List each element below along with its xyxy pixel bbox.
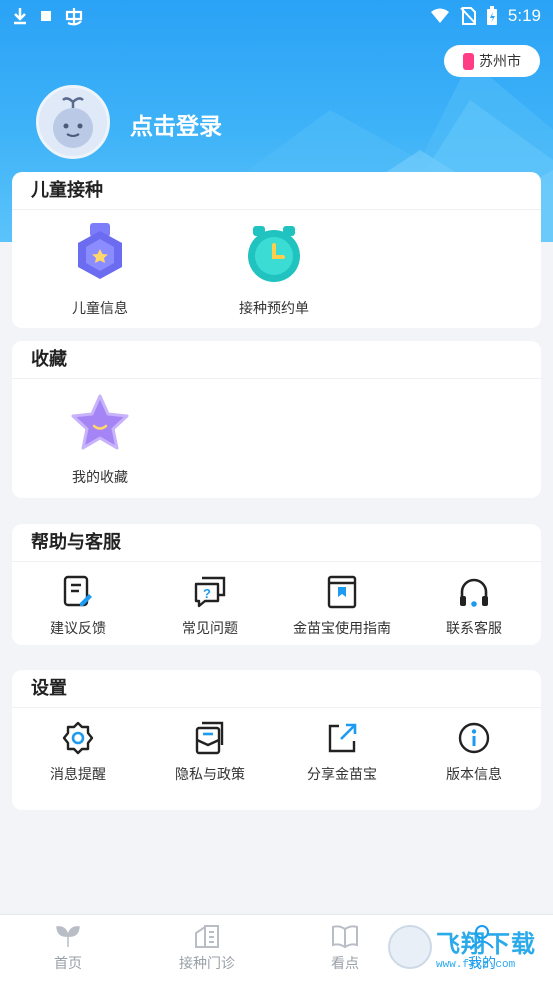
privacy-label: 隐私与政策 [175,767,245,783]
my-favorites-button[interactable]: 我的收藏 [34,387,166,487]
feedback-label: 建议反馈 [50,621,106,637]
tab-discover[interactable]: 看点 [305,923,385,973]
feedback-button[interactable]: 建议反馈 [12,574,144,638]
sprout-icon [56,926,80,947]
clinic-icon [195,925,219,948]
child-info-button[interactable]: 儿童信息 [34,218,166,318]
share-icon [328,723,357,753]
status-bar: 5:19 [0,0,553,34]
message-reminder-button[interactable]: 消息提醒 [12,720,144,784]
star-icon [71,394,129,450]
guide-book-icon [327,575,357,609]
guide-button[interactable]: 金苗宝使用指南 [276,574,408,638]
contact-service-label: 联系客服 [446,621,502,637]
favorites-card: 收藏 我的收藏 [12,341,541,498]
svg-text:?: ? [203,586,211,601]
section-title: 帮助与客服 [12,524,541,562]
child-info-badge-icon [78,223,122,279]
privacy-doc-icon [195,721,224,755]
login-link[interactable]: 点击登录 [130,107,222,141]
faq-button[interactable]: ? 常见问题 [144,574,276,638]
download-icon [14,8,26,25]
version-info-button[interactable]: 版本信息 [408,720,540,784]
settings-card: 设置 消息提醒 隐私与政策 分享金苗宝 版本信息 [12,670,541,810]
location-pin-icon [463,52,474,70]
wifi-icon [430,8,449,23]
appointment-clock-icon [248,226,300,282]
help-card: 帮助与客服 建议反馈 ? 常见问题 金苗宝使用指南 联系客服 [12,524,541,645]
headset-icon [460,578,488,607]
clock: 5:19 [507,6,541,25]
share-button[interactable]: 分享金苗宝 [276,720,408,784]
feedback-icon [63,575,92,607]
message-reminder-label: 消息提醒 [50,767,106,783]
sprout-mascot-icon [53,97,93,148]
appointment-button[interactable]: 接种预约单 [208,218,340,318]
watermark-main: 飞翔下载 [436,929,536,958]
city-selector[interactable]: 苏州市 [444,45,540,77]
guide-label: 金苗宝使用指南 [293,621,391,637]
appointment-label: 接种预约单 [239,301,309,317]
notification-square-icon [41,11,51,21]
city-label: 苏州市 [479,54,521,70]
tab-clinic-label: 接种门诊 [179,956,235,972]
watermark: 飞翔下载 www.fxxz.com [388,921,548,973]
tab-discover-label: 看点 [331,956,359,972]
section-title: 儿童接种 [12,172,541,210]
app-notification-icon [65,8,83,26]
watermark-logo-icon [388,925,432,969]
faq-icon: ? [194,576,226,608]
share-label: 分享金苗宝 [307,767,377,783]
version-info-label: 版本信息 [446,767,502,783]
book-icon [332,925,358,949]
privacy-button[interactable]: 隐私与政策 [144,720,276,784]
child-info-label: 儿童信息 [72,301,128,317]
tab-clinic[interactable]: 接种门诊 [167,923,247,973]
section-title: 设置 [12,670,541,708]
no-sim-icon [460,7,476,25]
my-favorites-label: 我的收藏 [72,470,128,486]
tab-home-label: 首页 [54,956,82,972]
faq-label: 常见问题 [182,621,238,637]
tab-home[interactable]: 首页 [28,923,108,973]
info-icon [458,722,490,754]
child-vaccination-card: 儿童接种 儿童信息 接种预约单 [12,172,541,328]
contact-service-button[interactable]: 联系客服 [408,574,540,638]
gear-icon [62,721,94,755]
section-title: 收藏 [12,341,541,379]
watermark-sub: www.fxxz.com [436,958,516,971]
avatar[interactable] [36,85,110,159]
battery-icon [486,6,497,25]
